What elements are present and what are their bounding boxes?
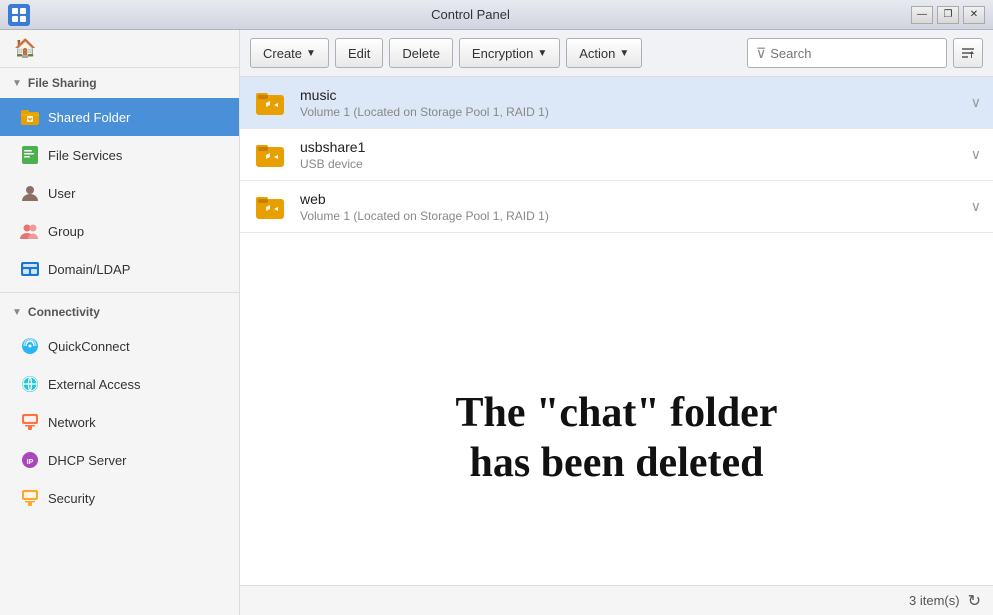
folder-name-usbshare1: usbshare1 [300,139,963,155]
shared-folder-icon [20,107,40,127]
sidebar-item-quickconnect[interactable]: QuickConnect [0,327,239,365]
group-icon [20,221,40,241]
sidebar-item-label: Security [48,491,95,506]
restore-button[interactable]: ❐ [937,6,959,24]
search-box[interactable]: ⊽ [747,38,947,68]
domain-icon [20,259,40,279]
notification-text: The "chat" folder has been deleted [456,388,778,489]
sidebar-item-security[interactable]: Security [0,479,239,517]
folder-info-music: music Volume 1 (Located on Storage Pool … [300,87,963,119]
sidebar-home[interactable]: 🏠 [0,30,239,68]
file-services-icon [20,145,40,165]
main-layout: 🏠 ▼ File Sharing Shared Folder [0,30,993,615]
window-controls: — ❐ ✕ [911,6,985,24]
minimize-button[interactable]: — [911,6,933,24]
expand-icon-usbshare1[interactable]: ∨ [971,146,981,163]
sidebar-item-label: Network [48,415,96,430]
title-bar: Control Panel — ❐ ✕ [0,0,993,30]
action-dropdown-arrow: ▼ [619,48,629,59]
folder-info-usbshare1: usbshare1 USB device [300,139,963,171]
refresh-button[interactable]: ↻ [968,591,981,611]
home-icon: 🏠 [14,38,36,59]
svg-text:IP: IP [27,459,34,466]
network-icon [20,412,40,432]
sidebar-item-domain-ldap[interactable]: Domain/LDAP [0,250,239,288]
delete-button[interactable]: Delete [389,38,453,68]
filter-icon: ⊽ [756,45,766,62]
sidebar-item-label: Domain/LDAP [48,262,130,277]
folder-icon-usbshare1 [254,139,286,171]
section-label: Connectivity [28,305,100,319]
sidebar-item-external-access[interactable]: External Access [0,365,239,403]
quickconnect-icon [20,336,40,356]
folder-row-web[interactable]: web Volume 1 (Located on Storage Pool 1,… [240,181,993,233]
item-count: 3 item(s) [909,593,960,608]
toolbar: Create ▼ Edit Delete Encryption ▼ Action… [240,30,993,77]
sort-button[interactable] [953,38,983,68]
encryption-dropdown-arrow: ▼ [537,48,547,59]
external-access-icon [20,374,40,394]
folder-desc-web: Volume 1 (Located on Storage Pool 1, RAI… [300,209,963,223]
folder-icon-music-wrap [252,85,288,121]
dhcp-icon: IP [20,450,40,470]
create-button[interactable]: Create ▼ [250,38,329,68]
create-dropdown-arrow: ▼ [306,48,316,59]
status-bar: 3 item(s) ↻ [240,585,993,615]
user-icon [20,183,40,203]
edit-button[interactable]: Edit [335,38,383,68]
chevron-icon: ▼ [12,307,22,318]
sort-icon [960,45,976,61]
folder-icon-music [254,87,286,119]
sidebar-item-label: External Access [48,377,141,392]
sidebar-item-file-services[interactable]: File Services [0,136,239,174]
sidebar-item-network[interactable]: Network [0,403,239,441]
sidebar-item-shared-folder[interactable]: Shared Folder [0,98,239,136]
sidebar-item-dhcp-server[interactable]: IP DHCP Server [0,441,239,479]
folder-list: music Volume 1 (Located on Storage Pool … [240,77,993,291]
sidebar-item-label: Shared Folder [48,110,130,125]
sidebar-divider [0,292,239,293]
folder-name-web: web [300,191,963,207]
search-input[interactable] [770,46,938,61]
folder-icon-usbshare1-wrap [252,137,288,173]
sidebar-section-connectivity[interactable]: ▼ Connectivity [0,297,239,327]
folder-icon-web-wrap [252,189,288,225]
window-title: Control Panel [30,7,911,22]
content-area: Create ▼ Edit Delete Encryption ▼ Action… [240,30,993,615]
sidebar-item-label: Group [48,224,84,239]
folder-desc-music: Volume 1 (Located on Storage Pool 1, RAI… [300,105,963,119]
sidebar-section-file-sharing[interactable]: ▼ File Sharing [0,68,239,98]
close-button[interactable]: ✕ [963,6,985,24]
action-button[interactable]: Action ▼ [566,38,642,68]
sidebar-item-label: DHCP Server [48,453,127,468]
chevron-icon: ▼ [12,78,22,89]
app-icon [8,4,30,26]
sidebar-item-label: File Services [48,148,122,163]
sidebar-item-label: User [48,186,75,201]
encryption-button[interactable]: Encryption ▼ [459,38,560,68]
folder-icon-web [254,191,286,223]
sidebar-item-group[interactable]: Group [0,212,239,250]
section-label: File Sharing [28,76,97,90]
expand-icon-music[interactable]: ∨ [971,94,981,111]
folder-info-web: web Volume 1 (Located on Storage Pool 1,… [300,191,963,223]
folder-name-music: music [300,87,963,103]
folder-row-usbshare1[interactable]: usbshare1 USB device ∨ [240,129,993,181]
sidebar-item-user[interactable]: User [0,174,239,212]
folder-row-music[interactable]: music Volume 1 (Located on Storage Pool … [240,77,993,129]
folder-desc-usbshare1: USB device [300,157,963,171]
sidebar: 🏠 ▼ File Sharing Shared Folder [0,30,240,615]
expand-icon-web[interactable]: ∨ [971,198,981,215]
notification-area: The "chat" folder has been deleted [240,291,993,585]
security-icon [20,488,40,508]
sidebar-item-label: QuickConnect [48,339,130,354]
